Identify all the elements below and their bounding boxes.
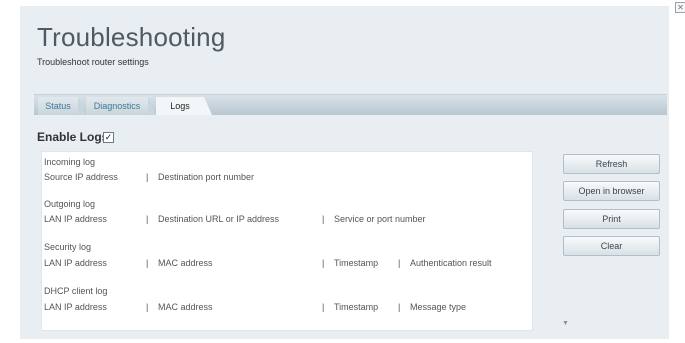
log-separator: | bbox=[146, 214, 149, 224]
log-separator: | bbox=[322, 302, 325, 312]
dhcp-col-lan-ip: LAN IP address bbox=[44, 302, 107, 312]
outgoing-col-dest-url: Destination URL or IP address bbox=[158, 214, 280, 224]
log-separator: | bbox=[146, 302, 149, 312]
log-separator: | bbox=[322, 258, 325, 268]
log-separator: | bbox=[398, 258, 401, 268]
tab-status-label: Status bbox=[45, 101, 71, 111]
security-col-timestamp: Timestamp bbox=[334, 258, 379, 268]
incoming-col-dest-port: Destination port number bbox=[158, 172, 255, 182]
tab-logs[interactable]: Logs bbox=[156, 97, 212, 115]
security-col-mac: MAC address bbox=[158, 258, 213, 268]
security-col-lan-ip: LAN IP address bbox=[44, 258, 107, 268]
log-separator: | bbox=[398, 302, 401, 312]
clear-button[interactable]: Clear bbox=[563, 236, 660, 256]
tab-bar: Status Diagnostics Logs bbox=[34, 94, 667, 115]
log-separator: | bbox=[146, 172, 149, 182]
tab-logs-label: Logs bbox=[170, 101, 190, 111]
security-col-auth-result: Authentication result bbox=[410, 258, 492, 268]
tab-status[interactable]: Status bbox=[38, 97, 86, 115]
dhcp-col-message-type: Message type bbox=[410, 302, 467, 312]
dhcp-col-mac: MAC address bbox=[158, 302, 213, 312]
incoming-log-title: Incoming log bbox=[44, 157, 96, 167]
scroll-down-icon[interactable]: ▼ bbox=[562, 320, 569, 327]
outgoing-log-title: Outgoing log bbox=[44, 199, 96, 209]
outgoing-col-service-port: Service or port number bbox=[334, 214, 426, 224]
enable-logs-label: Enable Logs bbox=[37, 130, 109, 144]
dhcp-col-timestamp: Timestamp bbox=[334, 302, 379, 312]
tab-diagnostics[interactable]: Diagnostics bbox=[86, 97, 156, 115]
outgoing-col-lan-ip: LAN IP address bbox=[44, 214, 107, 224]
print-button[interactable]: Print bbox=[563, 209, 660, 229]
refresh-button[interactable]: Refresh bbox=[563, 154, 660, 174]
open-in-browser-button[interactable]: Open in browser bbox=[563, 181, 660, 201]
dhcp-log-title: DHCP client log bbox=[44, 286, 108, 296]
incoming-col-source-ip: Source IP address bbox=[44, 172, 118, 182]
page-subtitle: Troubleshoot router settings bbox=[37, 57, 149, 67]
log-separator: | bbox=[146, 258, 149, 268]
page-title: Troubleshooting bbox=[37, 22, 226, 52]
tab-diagnostics-label: Diagnostics bbox=[93, 101, 141, 111]
enable-logs-checkbox[interactable]: ✓ bbox=[103, 132, 114, 143]
log-list[interactable]: Incoming log Source IP address | Destina… bbox=[41, 151, 569, 331]
log-separator: | bbox=[322, 214, 325, 224]
security-log-title: Security log bbox=[44, 242, 92, 252]
close-icon[interactable]: ✕ bbox=[675, 2, 685, 13]
